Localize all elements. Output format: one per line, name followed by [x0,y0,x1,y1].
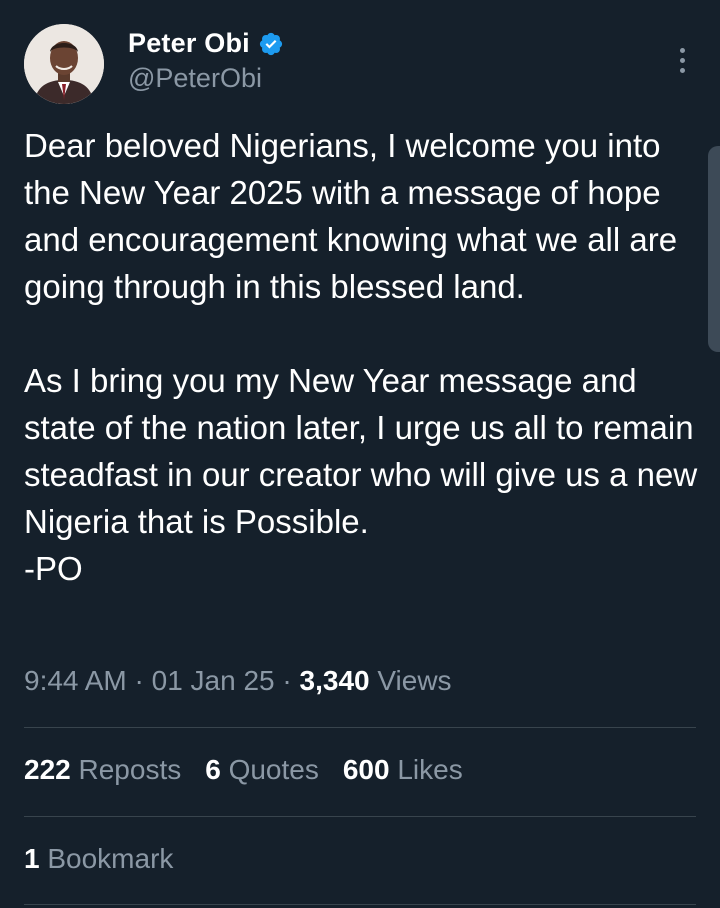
tweet-text: Dear beloved Nigerians, I welcome you in… [24,127,698,587]
engagement-stats: 222 Reposts 6 Quotes 600 Likes [24,754,463,786]
bookmarks-stat[interactable]: 1 Bookmark [24,843,173,875]
views-label: Views [377,665,452,696]
quotes-stat[interactable]: 6 Quotes [205,754,319,786]
more-vertical-icon [679,47,685,53]
views-count: 3,340 [299,665,370,696]
divider [24,904,696,905]
likes-label: Likes [397,754,463,785]
separator: · [134,665,144,696]
likes-count: 600 [342,754,390,785]
tweet-time[interactable]: 9:44 AM [24,665,127,696]
display-name[interactable]: Peter Obi [128,28,250,59]
verified-badge-icon[interactable] [258,31,284,57]
more-vertical-icon [679,57,685,63]
reposts-count: 222 [24,754,71,785]
likes-stat[interactable]: 600 Likes [343,754,463,786]
user-handle[interactable]: @PeterObi [128,63,284,94]
tweet-detail: Peter Obi @PeterObi Dear beloved Nigeria… [0,0,720,908]
bookmarks-count: 1 [24,843,40,874]
bookmarks-label: Bookmark [47,843,174,874]
profile-photo-icon [24,24,104,104]
reposts-stat[interactable]: 222 Reposts [24,754,181,786]
reposts-label: Reposts [78,754,182,785]
divider [24,727,696,728]
separator: · [282,665,292,696]
quotes-label: Quotes [228,754,319,785]
quotes-count: 6 [205,754,221,785]
name-row: Peter Obi [128,28,284,59]
more-options-button[interactable] [670,42,694,78]
more-vertical-icon [679,67,685,73]
timestamp-row: 9:44 AM · 01 Jan 25 · 3,340 Views [24,665,452,697]
avatar[interactable] [24,24,104,104]
scroll-handle[interactable] [708,146,720,352]
divider [24,816,696,817]
tweet-date[interactable]: 01 Jan 25 [152,665,275,696]
author-block: Peter Obi @PeterObi [128,28,284,94]
